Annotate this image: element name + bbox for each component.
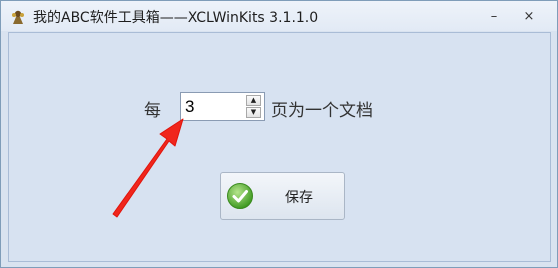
app-window: 我的ABC软件工具箱——XCLWinKits 3.1.1.0 – × 每 ▲ ▼… [0, 0, 558, 268]
title-bar[interactable]: 我的ABC软件工具箱——XCLWinKits 3.1.1.0 – × [1, 1, 557, 31]
pages-input[interactable] [183, 95, 243, 118]
label-pages-per-document: 页为一个文档 [271, 101, 373, 121]
spin-up-button[interactable]: ▲ [246, 95, 261, 106]
label-every: 每 [144, 101, 161, 121]
minimize-button[interactable]: – [484, 8, 504, 26]
save-button[interactable]: 保存 [220, 172, 345, 220]
check-icon [227, 183, 253, 209]
main-panel: 每 ▲ ▼ 页为一个文档 保存 [8, 32, 551, 262]
pages-spinner[interactable]: ▲ ▼ [180, 92, 265, 121]
window-title: 我的ABC软件工具箱——XCLWinKits 3.1.1.0 [33, 10, 319, 26]
app-icon [12, 10, 24, 24]
close-button[interactable]: × [519, 8, 539, 26]
save-button-label: 保存 [285, 190, 313, 206]
spin-down-button[interactable]: ▼ [246, 107, 261, 118]
